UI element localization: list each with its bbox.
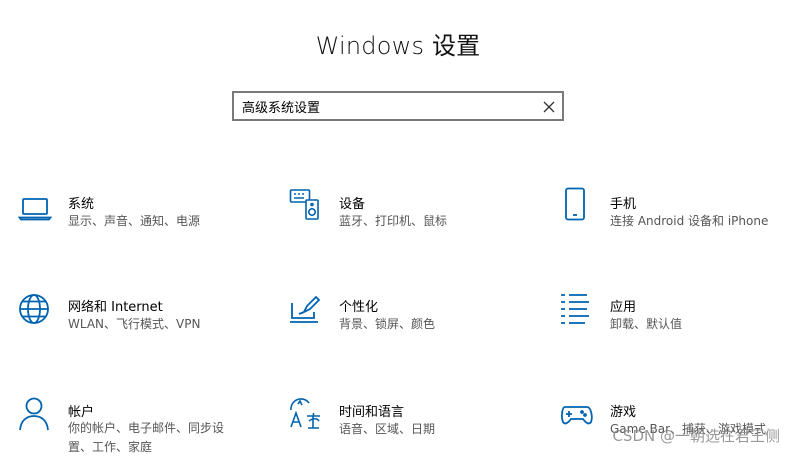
tile-description: 蓝牙、打印机、鼠标: [339, 214, 448, 228]
tile-description: 背景、锁屏、颜色: [339, 317, 436, 331]
globe-icon: [18, 292, 52, 326]
personalization-icon: [289, 292, 323, 326]
tile-description: 显示、声音、通知、电源: [68, 214, 201, 228]
tile-apps[interactable]: 应用 卸载、默认值: [560, 292, 796, 352]
watermark: CSDN @一朝选在君王侧: [612, 427, 780, 445]
search-box[interactable]: [232, 91, 564, 121]
devices-icon: [289, 187, 323, 221]
tile-time-language[interactable]: 时间和语言 语音、区域、日期: [289, 397, 529, 457]
tile-description: WLAN、飞行模式、VPN: [68, 317, 201, 331]
language-icon: [289, 397, 323, 431]
tile-title: 网络和 Internet: [68, 300, 163, 315]
tile-title: 时间和语言: [339, 405, 405, 420]
phone-icon: [560, 187, 594, 221]
tile-phone[interactable]: 手机 连接 Android 设备和 iPhone: [560, 187, 796, 247]
tile-title: 帐户: [68, 405, 95, 420]
tile-title: 游戏: [610, 405, 637, 420]
tile-title: 系统: [68, 197, 95, 212]
tile-title: 应用: [610, 300, 637, 315]
tile-network[interactable]: 网络和 Internet WLAN、飞行模式、VPN: [18, 292, 258, 352]
tile-title: 手机: [610, 197, 637, 212]
close-icon: [543, 101, 555, 113]
tile-title: 设备: [339, 197, 366, 212]
page-title: Windows 设置: [315, 32, 481, 60]
search-input[interactable]: [242, 96, 532, 116]
tile-devices[interactable]: 设备 蓝牙、打印机、鼠标: [289, 187, 529, 247]
tile-title: 个性化: [339, 300, 379, 315]
tile-description: 卸载、默认值: [610, 317, 683, 331]
laptop-icon: [18, 192, 52, 226]
tile-system[interactable]: 系统 显示、声音、通知、电源: [18, 192, 258, 252]
tile-description: 语音、区域、日期: [339, 422, 436, 436]
clear-search-button[interactable]: [542, 99, 556, 113]
apps-list-icon: [560, 292, 594, 326]
tile-description: 连接 Android 设备和 iPhone: [610, 214, 769, 228]
tile-description: 你的帐户、电子邮件、同步设置、工作、家庭: [68, 421, 225, 454]
tile-personalization[interactable]: 个性化 背景、锁屏、颜色: [289, 292, 529, 352]
tile-accounts[interactable]: 帐户 你的帐户、电子邮件、同步设置、工作、家庭: [18, 397, 258, 457]
gamepad-icon: [560, 397, 594, 431]
person-icon: [18, 397, 52, 431]
